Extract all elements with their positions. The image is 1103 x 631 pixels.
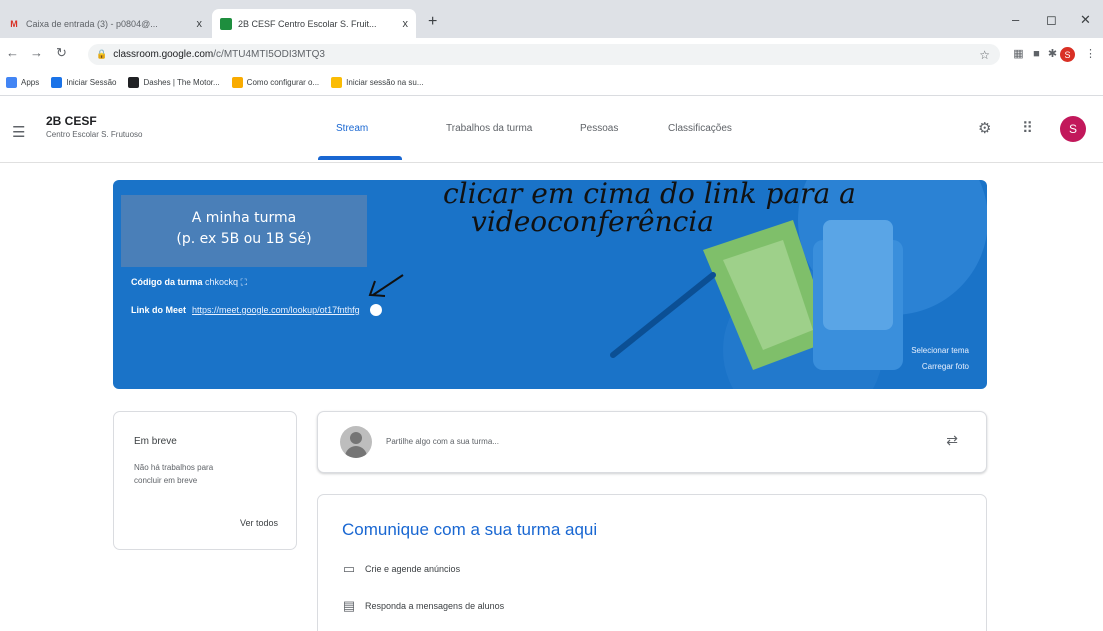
close-tab-icon[interactable]: x (403, 18, 409, 30)
upcoming-text: Não há trabalhos para concluir em breve (134, 463, 214, 485)
handwritten-annotation: clicar em cima do link para a videoconfe… (443, 180, 856, 236)
share-placeholder[interactable]: Partilhe algo com a sua turma... (386, 437, 499, 446)
avatar-body (345, 446, 367, 458)
maximize-button[interactable]: ◻ (1046, 12, 1057, 28)
tab-stream[interactable]: Stream (336, 123, 368, 134)
bookmark-apps[interactable]: Apps (6, 77, 39, 88)
announcement-icon: ▭ (342, 561, 356, 576)
school-name: Centro Escolar S. Frutuoso (46, 130, 143, 139)
share-box[interactable]: Partilhe algo com a sua turma... ⇄ (317, 411, 987, 473)
bookmark-label: Iniciar sessão na su... (346, 78, 424, 87)
annotation-line-2: (p. ex 5B ou 1B Sé) (176, 231, 312, 247)
main-menu-icon[interactable]: ☰ (12, 123, 25, 141)
tab-people[interactable]: Pessoas (580, 123, 618, 134)
upcoming-title: Em breve (134, 436, 177, 447)
classroom-header: ☰ 2B CESF Centro Escolar S. Frutuoso Str… (0, 97, 1103, 163)
communicate-item-label: Crie e agende anúncios (365, 564, 461, 574)
class-name-annotation: A minha turma (p. ex 5B ou 1B Sé) (121, 195, 367, 267)
bookmarks-bar: Apps Iniciar Sessão Dashes | The Motor..… (0, 70, 1103, 96)
browser-tab-strip: M Caixa de entrada (3) - p0804@... x 2B … (0, 0, 1103, 38)
extension-icon[interactable]: ■ (1030, 47, 1043, 60)
classroom-icon (220, 17, 232, 30)
repost-icon[interactable]: ⇄ (946, 432, 958, 449)
browser-tab-classroom[interactable]: 2B CESF Centro Escolar S. Fruit... x (212, 9, 416, 38)
user-avatar (340, 426, 372, 458)
tab-classwork[interactable]: Trabalhos da turma (446, 123, 532, 134)
communicate-item: ▭ Crie e agende anúncios (342, 561, 460, 577)
back-arrow-icon[interactable]: ← (6, 45, 19, 60)
class-name[interactable]: 2B CESF (46, 114, 97, 128)
class-code-value[interactable]: chkockq (205, 277, 238, 287)
apps-grid-icon (6, 77, 17, 88)
forward-arrow-icon[interactable]: → (30, 45, 43, 60)
url-path: /c/MTU4MTI5ODI3MTQ3 (213, 49, 325, 60)
annotation-line-1: A minha turma (191, 210, 297, 226)
handwritten-line-2: videoconferência (471, 205, 714, 238)
bookmark-label: Apps (21, 78, 40, 87)
communicate-title: Comunique com a sua turma aqui (342, 520, 598, 539)
upcoming-card: Em breve Não há trabalhos para concluir … (113, 411, 297, 550)
bookmark-label: Como configurar o... (246, 78, 320, 87)
address-bar[interactable]: 🔒 classroom.google.com /c/MTU4MTI5ODI3MT… (88, 44, 1000, 65)
url-host: classroom.google.com (113, 49, 214, 60)
meet-link[interactable]: https://meet.google.com/lookup/ot17fnthf… (192, 305, 360, 315)
close-window-button[interactable]: ✕ (1080, 12, 1091, 28)
extension-icon[interactable]: ▦ (1012, 47, 1025, 60)
reload-icon[interactable]: ↻ (56, 45, 67, 61)
bookmark-item[interactable]: Dashes | The Motor... (128, 77, 220, 88)
minimize-button[interactable]: – (1012, 12, 1019, 27)
select-theme-link[interactable]: Selecionar tema (911, 346, 969, 355)
active-tab-indicator (318, 156, 402, 160)
bookmark-favicon (51, 77, 63, 88)
class-banner: A minha turma (p. ex 5B ou 1B Sé) Código… (113, 180, 987, 389)
apps-grid-icon[interactable]: ⠿ (1022, 119, 1033, 137)
bookmark-star-icon[interactable]: ☆ (979, 48, 990, 62)
bookmark-label: Iniciar Sessão (66, 78, 117, 87)
meet-label: Link do Meet (131, 305, 187, 315)
bookmark-label: Dashes | The Motor... (143, 78, 220, 87)
account-avatar[interactable]: S (1060, 116, 1086, 142)
tab-grades[interactable]: Classificações (668, 123, 732, 134)
fullscreen-icon[interactable]: ⛶ (241, 277, 247, 287)
bookmark-favicon (331, 77, 343, 88)
upload-photo-link[interactable]: Carregar foto (922, 362, 969, 371)
tab-title: Caixa de entrada (3) - p0804@... (26, 18, 158, 29)
bookmark-item[interactable]: Iniciar Sessão (51, 77, 116, 88)
class-code-label: Código da turma (131, 277, 203, 287)
bookmark-favicon (231, 77, 243, 88)
chrome-menu-icon[interactable]: ⋮ (1084, 47, 1097, 60)
meet-video-icon[interactable] (369, 304, 382, 316)
avatar-head (350, 432, 362, 444)
communicate-item-label: Responda a mensagens de alunos (365, 601, 505, 611)
lock-icon: 🔒 (96, 49, 108, 59)
view-all-link[interactable]: Ver todos (240, 518, 278, 528)
bookmark-item[interactable]: Iniciar sessão na su... (331, 77, 424, 88)
extensions-puzzle-icon[interactable]: ✱ (1046, 47, 1059, 60)
tab-title: 2B CESF Centro Escolar S. Fruit... (238, 18, 377, 29)
class-code-row: Código da turma chkockq ⛶ (131, 277, 247, 288)
bookmark-favicon (128, 77, 140, 88)
communicate-item: ▤ Responda a mensagens de alunos (342, 598, 504, 614)
communicate-card: Comunique com a sua turma aqui ▭ Crie e … (317, 494, 987, 631)
browser-tab-gmail[interactable]: M Caixa de entrada (3) - p0804@... x (0, 9, 210, 38)
new-tab-button[interactable]: + (428, 13, 437, 31)
browser-toolbar: ← → ↻ 🔒 classroom.google.com /c/MTU4MTI5… (0, 38, 1103, 70)
settings-gear-icon[interactable]: ⚙ (978, 119, 991, 137)
meet-link-row: Link do Meet https://meet.google.com/loo… (131, 304, 382, 316)
gmail-icon: M (10, 18, 18, 29)
bookmark-item[interactable]: Como configurar o... (231, 77, 320, 88)
handwritten-line-1: clicar em cima do link para a (443, 180, 856, 210)
browser-profile-avatar[interactable]: S (1060, 47, 1075, 62)
reply-icon: ▤ (342, 598, 356, 613)
close-tab-icon[interactable]: x (197, 18, 203, 30)
